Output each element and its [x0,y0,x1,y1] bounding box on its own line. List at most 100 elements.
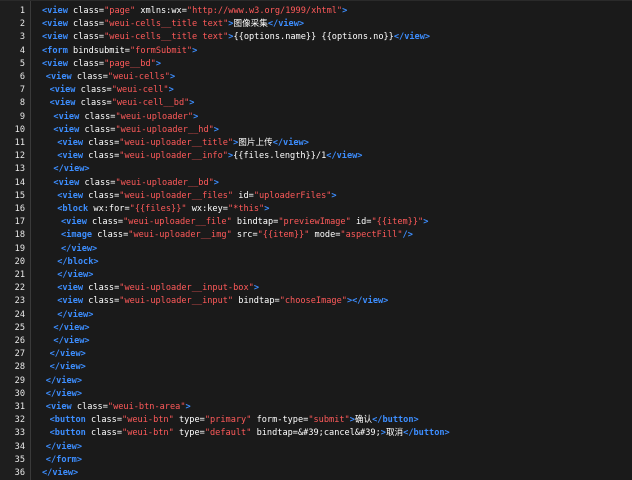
line-number: 29 [0,375,30,388]
code-line[interactable]: <image class="weui-uploader__img" src="{… [31,229,632,242]
code-line-content: <view class="weui-btn-area"> [46,401,191,414]
code-token-tag: </view> [53,322,90,333]
line-number: 10 [0,124,30,137]
code-line[interactable]: </view> [31,467,632,480]
code-token-str: "weui-cell__bd" [111,98,190,109]
code-line[interactable]: </view> [31,335,632,348]
code-token-str: "weui-uploader__hd" [115,124,214,135]
code-line[interactable]: <view class="page__bd"> [31,58,632,71]
line-number: 36 [0,467,30,480]
line-number: 1 [0,5,30,18]
code-line[interactable]: <form bindsubmit="formSubmit"> [31,45,632,58]
code-token-tag: > [342,6,348,16]
code-line[interactable]: </view> [31,388,632,401]
line-number: 17 [0,216,30,229]
code-token-str: "{{files}}" [129,204,187,214]
code-token-tag: <view [57,151,84,162]
code-line[interactable]: <block wx:for="{{files}}" wx:key="*this"… [31,203,632,216]
code-token-attr: class= [79,124,116,135]
code-line[interactable]: </block> [31,256,632,269]
line-number-text: 10 [14,124,25,135]
code-line[interactable]: <view class="weui-uploader__bd"> [31,177,632,190]
code-token-str: "weui-cells" [107,72,170,82]
code-token-tag: <view [42,58,68,69]
code-token-attr: bindtap= [231,217,279,228]
code-line[interactable]: </view> [31,361,632,374]
code-line[interactable]: <view class="weui-cells__title text">{{o… [31,31,632,44]
code-line[interactable]: </view> [31,441,632,454]
code-token-tag: </view> [49,349,86,360]
code-line[interactable]: </view> [31,309,632,322]
code-token-attr: src= [231,230,258,241]
line-number: 31 [0,401,30,414]
code-line[interactable]: <button class="weui-btn" type="default" … [31,427,632,440]
code-token-attr: class= [92,230,129,241]
code-token-str: "weui-btn" [122,415,174,426]
code-area[interactable]: <view class="page" xmlns:wx="http://www.… [31,1,632,480]
code-line[interactable]: </view> [31,163,632,176]
code-token-attr: class= [67,19,105,30]
code-token-tag: </block> [57,256,99,267]
code-line[interactable]: <view class="weui-uploader__file" bindta… [31,216,632,229]
code-line[interactable]: <view class="weui-uploader__info">{{file… [31,150,632,163]
code-line[interactable]: </view> [31,322,632,335]
code-token-attr: class= [67,6,105,16]
code-token-tag: </form> [45,454,83,465]
code-line[interactable]: <view class="page" xmlns:wx="http://www.… [31,5,632,18]
code-token-tag: <view [42,19,68,30]
line-number-text: 35 [14,454,25,465]
code-line[interactable]: <view class="weui-cells__title text">图像采… [31,18,632,31]
code-token-str: "{{item}}" [257,230,310,241]
code-token-tag: </view> [45,375,83,386]
code-line-content: <image class="weui-uploader__img" src="{… [61,229,413,242]
code-line[interactable]: </view> [31,375,632,388]
code-line[interactable]: <view class="weui-cell__bd"> [31,97,632,110]
code-line[interactable]: <view class="weui-cells"> [31,71,632,84]
code-line[interactable]: </form> [31,454,632,467]
line-number: 32 [0,414,30,427]
code-line[interactable]: <view class="weui-uploader"> [31,111,632,124]
code-line[interactable]: </view> [31,243,632,256]
line-number: 4 [0,45,30,58]
code-token-tag: </view> [272,138,309,148]
code-token-attr: mode= [309,230,341,241]
line-number: 30 [0,388,30,401]
code-line[interactable]: <view class="weui-uploader__hd"> [31,124,632,137]
code-line[interactable]: <view class="weui-uploader__input" bindt… [31,295,632,308]
code-line[interactable]: <view class="weui-uploader__files" id="u… [31,190,632,203]
code-token-attr: class= [83,190,120,201]
code-token-tag: <view [57,138,84,148]
code-token-str: "formSubmit" [129,45,193,56]
code-line-content: <view class="weui-cells"> [46,71,175,84]
code-line-content: <view class="weui-uploader__input" bindt… [57,295,388,308]
code-token-tag: > [192,45,198,56]
line-number: 16 [0,203,30,216]
code-token-tag: > [213,124,219,135]
code-line[interactable]: <button class="weui-btn" type="primary" … [31,414,632,427]
code-line[interactable]: <view class="weui-cell"> [31,84,632,97]
code-token-str: "primary" [204,415,252,426]
code-token-attr: class= [85,428,123,439]
code-line[interactable]: <view class="weui-uploader__title">图片上传<… [31,137,632,150]
code-editor[interactable]: 1 2 3 4 5 6 7 8 9 10 11 12 13 14 15 16 17 18 19 20 21 22 23 24 2… [0,0,632,480]
code-token-txt: {{files.length}}/1 [233,151,327,162]
code-token-txt: 取消 [385,428,404,439]
code-token-attr: class= [67,58,105,69]
code-line-content: <view class="weui-cell"> [50,84,174,97]
code-line-content: </view> [53,335,89,348]
code-token-str: "page__bd" [104,58,156,69]
code-line[interactable]: <view class="weui-uploader__input-box"> [31,282,632,295]
code-line[interactable]: </view> [31,348,632,361]
line-number: 35 [0,454,30,467]
code-line[interactable]: <view class="weui-btn-area"> [31,401,632,414]
line-number-text: 19 [14,243,25,254]
code-token-str: "http://www.w3.org/1999/xhtml" [186,6,343,16]
code-token-tag: > [185,402,191,412]
code-line-content: <view class="weui-uploader"> [53,111,198,124]
code-token-tag: <view [45,72,72,82]
code-line[interactable]: </view> [31,269,632,282]
code-line-content: <view class="weui-uploader__title">图片上传<… [57,137,309,150]
code-token-tag: > [168,85,174,96]
code-line-content: <view class="page__bd"> [42,58,161,71]
code-token-attr: class= [75,98,112,109]
